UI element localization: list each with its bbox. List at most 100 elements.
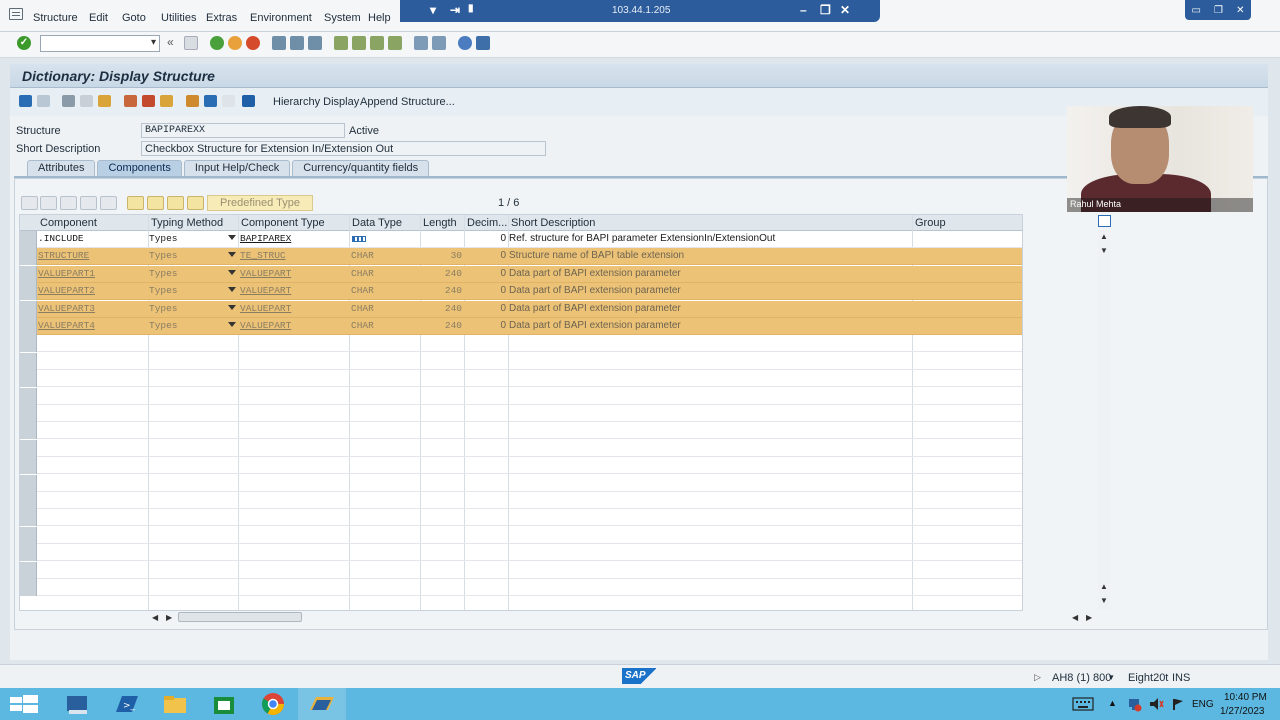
deselect-all-icon[interactable] xyxy=(147,196,164,210)
component-type-cell[interactable]: TE_STRUC xyxy=(240,250,346,261)
scroll-left-icon[interactable]: ◀ xyxy=(1072,613,1078,622)
predefined-type-button[interactable]: Predefined Type xyxy=(207,195,313,211)
cancel-icon[interactable] xyxy=(246,36,260,50)
tray-up-arrow-icon[interactable]: ▲ xyxy=(1108,698,1117,708)
menu-item-system[interactable]: System xyxy=(324,12,361,24)
empty-table-row[interactable] xyxy=(20,335,1022,353)
component-type-cell[interactable]: VALUEPART xyxy=(240,268,346,279)
column-header[interactable]: Component xyxy=(40,217,147,229)
scroll-up-icon[interactable]: ▲ xyxy=(1100,582,1108,591)
hierarchy-display-button[interactable]: Hierarchy Display xyxy=(273,96,359,108)
move-up-icon[interactable] xyxy=(187,196,204,210)
component-type-cell[interactable]: VALUEPART xyxy=(240,303,346,314)
row-selector[interactable] xyxy=(20,439,37,457)
typing-method-cell[interactable]: Types xyxy=(149,303,227,314)
last-page-icon[interactable] xyxy=(388,36,402,50)
dropdown-arrow-icon[interactable] xyxy=(228,287,236,293)
row-selector[interactable] xyxy=(20,561,37,579)
display-change-icon[interactable] xyxy=(80,95,93,107)
help-icon[interactable] xyxy=(458,36,472,50)
data-type-cell[interactable]: CHAR xyxy=(351,303,417,314)
column-header[interactable]: Typing Method xyxy=(151,217,237,229)
short-description-cell[interactable]: Ref. structure for BAPI parameter Extens… xyxy=(509,233,909,244)
language-indicator[interactable]: ENG xyxy=(1192,699,1214,710)
column-header[interactable]: Short Description xyxy=(511,217,911,229)
decimals-cell[interactable]: 0 xyxy=(466,250,506,261)
row-selector[interactable] xyxy=(20,474,37,492)
decimals-cell[interactable]: 0 xyxy=(466,285,506,296)
short-description-cell[interactable]: Data part of BAPI extension parameter xyxy=(509,303,909,314)
vertical-scrollbar[interactable]: ▲ ▼ ▲ ▼ xyxy=(1098,230,1110,610)
scroll-down-icon[interactable]: ▼ xyxy=(1100,596,1108,605)
details-icon[interactable] xyxy=(167,196,184,210)
other-object-icon[interactable] xyxy=(62,95,75,107)
menu-item-edit[interactable]: Edit xyxy=(89,12,108,24)
decimals-cell[interactable]: 0 xyxy=(466,303,506,314)
volume-icon[interactable] xyxy=(1148,697,1164,711)
empty-table-row[interactable] xyxy=(20,492,1022,509)
component-cell[interactable]: VALUEPART2 xyxy=(38,285,146,296)
menu-item-extras[interactable]: Extras xyxy=(206,12,237,24)
menu-icon[interactable] xyxy=(9,8,23,20)
empty-table-row[interactable] xyxy=(20,474,1022,492)
table-settings-icon[interactable] xyxy=(1098,215,1111,227)
tab-attributes[interactable]: Attributes xyxy=(27,160,96,176)
network-icon[interactable] xyxy=(1126,696,1142,712)
command-field[interactable] xyxy=(40,35,160,52)
dropdown-arrow-icon[interactable] xyxy=(228,304,236,310)
menu-item-utilities[interactable]: Utilities xyxy=(161,12,196,24)
structure-field[interactable]: BAPIPAREXX xyxy=(141,123,345,138)
component-type-cell[interactable]: VALUEPART xyxy=(240,285,346,296)
forward-arrow-icon[interactable] xyxy=(37,95,50,107)
enter-check-icon[interactable]: ✓ xyxy=(17,36,31,50)
dropdown-arrow-icon[interactable] xyxy=(228,252,236,258)
store-icon[interactable] xyxy=(200,688,248,720)
print-icon[interactable] xyxy=(272,36,286,50)
component-cell[interactable]: VALUEPART4 xyxy=(38,320,146,331)
row-selector[interactable] xyxy=(20,300,37,318)
column-header[interactable]: Component Type xyxy=(241,217,348,229)
row-selector[interactable] xyxy=(20,387,37,405)
back-arrow-icon[interactable] xyxy=(19,95,32,107)
row-selector[interactable] xyxy=(20,283,37,301)
typing-method-cell[interactable]: Types xyxy=(149,268,227,279)
component-cell[interactable]: VALUEPART3 xyxy=(38,303,146,314)
select-all-icon[interactable] xyxy=(127,196,144,210)
row-selector[interactable] xyxy=(20,509,37,527)
dropdown-arrow-icon[interactable] xyxy=(228,269,236,275)
row-selector[interactable] xyxy=(20,405,37,422)
row-selector[interactable] xyxy=(20,352,37,370)
shortcut-icon[interactable] xyxy=(432,36,446,50)
row-selector[interactable] xyxy=(20,318,37,335)
row-selector[interactable] xyxy=(20,492,37,509)
append-structure-button[interactable]: Append Structure... xyxy=(360,96,455,108)
length-cell[interactable]: 240 xyxy=(422,268,462,279)
empty-table-row[interactable] xyxy=(20,352,1022,370)
table-row[interactable]: VALUEPART3 Types VALUEPART CHAR 240 0 Data par… xyxy=(20,300,1022,318)
insert-row-icon[interactable] xyxy=(80,196,97,210)
dropdown-arrow-icon[interactable] xyxy=(228,235,236,240)
chevron-down-icon[interactable]: ▾ xyxy=(430,3,436,17)
empty-table-row[interactable] xyxy=(20,544,1022,562)
scroll-right-icon[interactable]: ▶ xyxy=(1086,613,1092,622)
row-selector[interactable] xyxy=(20,248,37,266)
column-header[interactable]: Length xyxy=(423,217,463,229)
menu-item-structure[interactable]: Structure xyxy=(33,12,78,24)
powershell-icon[interactable]: >_ xyxy=(102,688,150,720)
table-row[interactable]: VALUEPART1 Types VALUEPART CHAR 240 0 Data par… xyxy=(20,265,1022,283)
close-icon[interactable]: ✕ xyxy=(840,3,850,17)
scroll-thumb[interactable] xyxy=(178,612,302,622)
copy-row-icon[interactable] xyxy=(40,196,57,210)
column-header[interactable]: Decim... xyxy=(467,217,507,229)
activate-icon[interactable] xyxy=(160,95,173,107)
component-cell[interactable]: STRUCTURE xyxy=(38,250,146,261)
empty-table-row[interactable] xyxy=(20,370,1022,388)
table-row[interactable]: .INCLUDE Types BAPIPAREX 0 Ref. structure fo… xyxy=(20,231,1022,248)
restore-icon[interactable]: ❐ xyxy=(820,3,831,17)
find-next-icon[interactable] xyxy=(308,36,322,50)
notification-flag-icon[interactable] xyxy=(1170,697,1184,711)
row-selector[interactable] xyxy=(20,265,37,283)
typing-method-cell[interactable]: Types xyxy=(149,285,227,296)
decimals-cell[interactable]: 0 xyxy=(466,268,506,279)
data-type-cell[interactable]: CHAR xyxy=(351,268,417,279)
